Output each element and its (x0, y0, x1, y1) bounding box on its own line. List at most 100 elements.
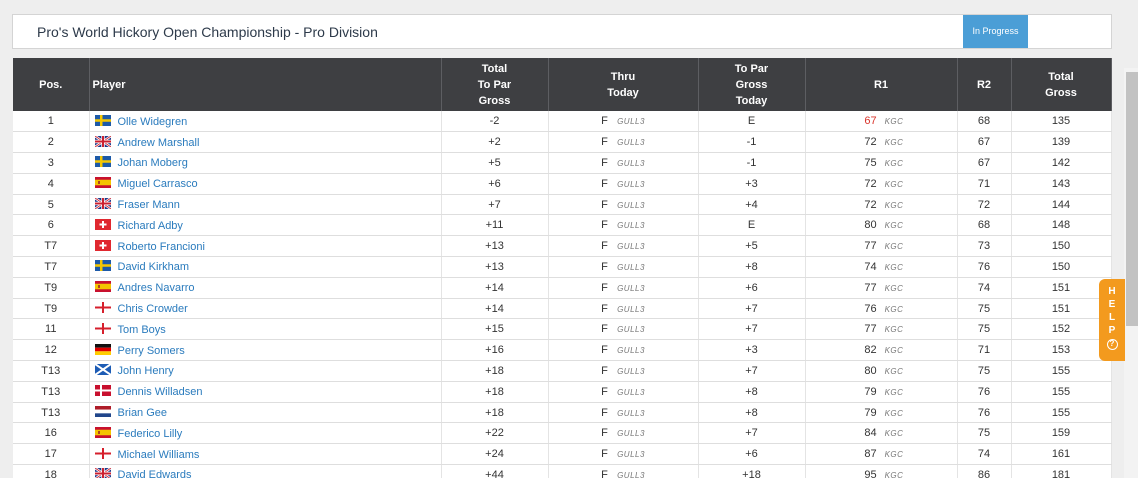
course-code: GULL3 (617, 138, 645, 148)
player-cell[interactable]: Perry Somers (89, 339, 442, 362)
total-to-par-cell: +18 (441, 381, 549, 403)
total-gross-cell: 159 (1011, 422, 1112, 445)
to-par-today-cell: -1 (698, 131, 806, 154)
col-pos-header[interactable]: Pos. (13, 58, 90, 111)
total-gross-cell: 153 (1011, 339, 1112, 362)
table-row: T7 David Kirkham +13 F GULL3 +8 74 KGC 76 150 (13, 256, 1112, 278)
player-name-link[interactable]: John Henry (118, 365, 174, 377)
scrollbar-thumb[interactable] (1126, 72, 1138, 326)
thru-value: F (601, 136, 608, 149)
total-to-par-cell: -2 (441, 111, 549, 133)
col-total-gross-header[interactable]: Total Gross (1011, 58, 1112, 111)
thru-value: F (601, 240, 608, 253)
spain-flag-icon (94, 177, 111, 189)
total-gross-cell: 144 (1011, 194, 1112, 216)
player-cell[interactable]: Johan Moberg (89, 152, 442, 174)
uk-flag-icon (94, 198, 111, 210)
position-cell: 3 (13, 152, 90, 174)
thru-value: F (601, 364, 608, 377)
player-cell[interactable]: Chris Crowder (89, 298, 442, 320)
player-cell[interactable]: Olle Widegren (89, 111, 442, 133)
player-name-link[interactable]: Tom Boys (118, 324, 166, 336)
player-name-link[interactable]: Andres Navarro (118, 282, 195, 294)
course-code: KGC (884, 117, 904, 127)
thru-cell: F GULL3 (548, 131, 699, 154)
player-cell[interactable]: Dennis Willadsen (89, 381, 442, 403)
player-cell[interactable]: David Kirkham (89, 256, 442, 278)
r2-cell: 76 (957, 402, 1012, 424)
sweden-flag-icon (94, 260, 111, 272)
course-code: KGC (884, 408, 904, 418)
spain-flag-icon (94, 426, 111, 438)
player-name-link[interactable]: Dennis Willadsen (118, 386, 203, 398)
col-thru-header[interactable]: Thru Today (548, 58, 699, 111)
leaderboard-body: 1 Olle Widegren -2 F GULL3 E 67 KGC 68 135 2 Andrew… (13, 111, 1112, 478)
player-name-link[interactable]: David Edwards (118, 469, 192, 478)
position-cell: T7 (13, 235, 90, 258)
r2-cell: 72 (957, 194, 1012, 216)
to-par-today-cell: E (698, 111, 806, 133)
to-par-today-cell: +8 (698, 256, 806, 278)
to-par-today-cell: +6 (698, 277, 806, 299)
player-cell[interactable]: Andres Navarro (89, 277, 442, 299)
player-name-link[interactable]: Olle Widegren (118, 116, 188, 128)
col-r2-header[interactable]: R2 (957, 58, 1012, 111)
player-name-link[interactable]: Andrew Marshall (118, 137, 200, 149)
table-row: 11 Tom Boys +15 F GULL3 +7 77 KGC 75 152 (13, 318, 1112, 341)
r2-cell: 76 (957, 381, 1012, 403)
thru-value: F (601, 302, 608, 315)
r1-cell: 84 KGC (805, 422, 958, 445)
to-par-today-cell: +8 (698, 381, 806, 403)
help-tab[interactable]: H E L P ? (1099, 279, 1125, 361)
thru-value: F (601, 323, 608, 336)
player-cell[interactable]: Andrew Marshall (89, 131, 442, 154)
player-name-link[interactable]: Fraser Mann (118, 199, 180, 211)
player-cell[interactable]: Federico Lilly (89, 422, 442, 445)
player-cell[interactable]: Richard Adby (89, 214, 442, 237)
thru-cell: F GULL3 (548, 214, 699, 237)
player-name-link[interactable]: Miguel Carrasco (118, 178, 198, 190)
player-cell[interactable]: Brian Gee (89, 402, 442, 424)
player-name-link[interactable]: Federico Lilly (118, 428, 183, 440)
course-code: GULL3 (617, 242, 645, 252)
player-cell[interactable]: Miguel Carrasco (89, 173, 442, 195)
r2-cell: 86 (957, 464, 1012, 478)
player-name-link[interactable]: Brian Gee (118, 407, 168, 419)
table-row: 1 Olle Widegren -2 F GULL3 E 67 KGC 68 135 (13, 111, 1112, 133)
position-cell: T13 (13, 402, 90, 424)
player-cell[interactable]: John Henry (89, 360, 442, 382)
player-name-link[interactable]: Chris Crowder (118, 303, 188, 315)
player-name-link[interactable]: Roberto Francioni (118, 241, 205, 253)
thru-value: F (601, 468, 608, 478)
table-row: T13 John Henry +18 F GULL3 +7 80 KGC 75 155 (13, 360, 1112, 382)
r1-cell: 72 KGC (805, 194, 958, 216)
col-player-header[interactable]: Player (89, 58, 442, 111)
thru-cell: F GULL3 (548, 194, 699, 216)
course-code: KGC (884, 325, 904, 335)
player-name-link[interactable]: Perry Somers (118, 345, 185, 357)
course-code: GULL3 (617, 117, 645, 127)
r1-cell: 80 KGC (805, 214, 958, 237)
thru-cell: F GULL3 (548, 277, 699, 299)
player-name-link[interactable]: David Kirkham (118, 261, 190, 273)
player-name-link[interactable]: Johan Moberg (118, 157, 188, 169)
r2-cell: 71 (957, 173, 1012, 195)
table-row: 2 Andrew Marshall +2 F GULL3 -1 72 KGC 67 139 (13, 131, 1112, 154)
sweden-flag-icon (94, 114, 111, 126)
col-r1-header[interactable]: R1 (805, 58, 958, 111)
player-cell[interactable]: Michael Williams (89, 443, 442, 466)
total-to-par-cell: +13 (441, 235, 549, 258)
position-cell: 16 (13, 422, 90, 445)
col-to-par-today-header[interactable]: To Par Gross Today (698, 58, 806, 111)
r2-cell: 74 (957, 443, 1012, 466)
player-name-link[interactable]: Michael Williams (118, 449, 200, 461)
to-par-today-cell: +6 (698, 443, 806, 466)
player-cell[interactable]: Tom Boys (89, 318, 442, 341)
player-cell[interactable]: Roberto Francioni (89, 235, 442, 258)
player-cell[interactable]: David Edwards (89, 464, 442, 478)
r1-score: 80 (864, 364, 877, 377)
table-row: 17 Michael Williams +24 F GULL3 +6 87 KGC 74 161 (13, 443, 1112, 466)
player-name-link[interactable]: Richard Adby (118, 220, 183, 232)
col-total-to-par-header[interactable]: Total To Par Gross (441, 58, 549, 111)
player-cell[interactable]: Fraser Mann (89, 194, 442, 216)
